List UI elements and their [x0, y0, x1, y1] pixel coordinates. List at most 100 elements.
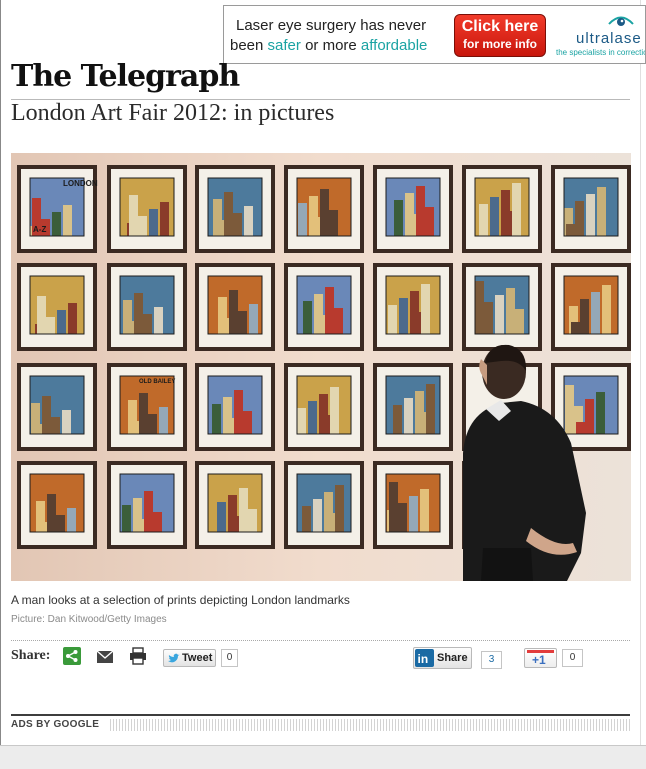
print-detail: [490, 197, 499, 236]
ad-highlight-safer: safer: [267, 37, 301, 54]
ad-text: or more: [300, 37, 361, 54]
print-detail: [160, 202, 169, 236]
print-label: OLD BAILEY: [139, 379, 175, 385]
gallery-photo: LONDON A-Z OLD BAILEY: [11, 153, 631, 581]
print-detail: [585, 399, 594, 434]
print-detail: [134, 293, 143, 334]
print-detail: [475, 281, 484, 334]
ad-banner[interactable]: Laser eye surgery has never been safer o…: [223, 5, 646, 64]
linkedin-label: Share: [437, 652, 468, 664]
print-detail: [566, 224, 575, 236]
print-detail: [159, 407, 168, 434]
ad-click-here-button[interactable]: Click here for more info: [454, 14, 546, 57]
print-label: LONDON: [63, 179, 98, 188]
print-detail: [393, 405, 402, 434]
print-detail: [138, 216, 147, 236]
print-detail: [329, 210, 338, 236]
print-detail: [212, 404, 221, 434]
print-detail: [248, 509, 257, 532]
print-detail: [571, 322, 580, 334]
tweet-button[interactable]: Tweet: [163, 649, 216, 667]
print-detail: [218, 297, 227, 334]
print-detail: [324, 492, 333, 532]
google-plus-one-button[interactable]: +1: [524, 648, 557, 668]
ads-by-google-label[interactable]: ADS BY GOOGLE: [11, 719, 99, 730]
print-detail: [154, 307, 163, 334]
print-detail: [415, 391, 424, 434]
page-border: [0, 0, 1, 768]
print-detail: [228, 495, 237, 532]
ad-logo-tagline: the specialists in correction: [556, 48, 646, 57]
print-detail: [320, 189, 329, 236]
print-detail: [309, 196, 318, 236]
print-detail: [133, 498, 142, 532]
print-detail: [139, 393, 148, 434]
svg-text:in: in: [418, 652, 429, 666]
print-detail: [42, 396, 51, 434]
print-detail: [56, 515, 65, 532]
print-detail: [479, 204, 488, 236]
print-detail: [506, 288, 515, 334]
page-bottom-band: [0, 745, 646, 769]
print-detail: [37, 296, 46, 334]
linkedin-share-button[interactable]: in Share: [413, 647, 472, 669]
print-detail: [426, 384, 435, 434]
print-detail: [325, 287, 334, 334]
google-plus-label: +1: [532, 653, 546, 667]
print-detail: [234, 390, 243, 434]
print-detail: [62, 410, 71, 434]
print-detail: [238, 311, 247, 334]
photo-credit: Picture: Dan Kitwood/Getty Images: [11, 614, 167, 625]
print-detail: [57, 310, 66, 334]
print-detail: [335, 485, 344, 532]
print-detail: [313, 499, 322, 532]
print-detail: [123, 300, 132, 334]
print-detail: [31, 403, 40, 434]
print-icon[interactable]: [129, 647, 147, 665]
column-border: [640, 0, 641, 745]
print-detail: [591, 292, 600, 334]
print-detail: [565, 385, 574, 434]
print-label: A-Z: [33, 225, 46, 234]
ad-logo[interactable]: ultralase the specialists in correction: [554, 12, 646, 60]
print-detail: [239, 488, 248, 532]
print-detail: [233, 213, 242, 236]
print-detail: [330, 387, 339, 434]
divider: [11, 640, 630, 641]
print-detail: [484, 302, 493, 334]
print-detail: [394, 200, 403, 236]
print-detail: [229, 290, 238, 334]
print-detail: [297, 408, 306, 434]
photo-caption: A man looks at a selection of prints dep…: [11, 593, 350, 607]
linkedin-icon: in: [415, 649, 434, 667]
print-detail: [144, 491, 153, 532]
print-detail: [575, 201, 584, 236]
share-icon[interactable]: [63, 647, 81, 665]
print-detail: [512, 183, 521, 236]
ad-subline: been safer or more affordable: [230, 37, 427, 54]
print-detail: [410, 291, 419, 334]
print-detail: [515, 309, 524, 334]
print-detail: [334, 308, 343, 334]
ad-cta-line1: Click here: [461, 18, 539, 35]
print-detail: [47, 494, 56, 532]
print-detail: [501, 190, 510, 236]
print-detail: [122, 505, 131, 532]
print-detail: [405, 193, 414, 236]
print-detail: [602, 285, 611, 334]
ads-pattern: [110, 719, 630, 731]
ad-headline: Laser eye surgery has never: [236, 17, 427, 34]
print-detail: [597, 187, 606, 236]
print-detail: [576, 422, 585, 434]
ad-text: been: [230, 37, 268, 54]
site-logo[interactable]: The Telegraph: [11, 59, 240, 94]
email-icon[interactable]: [96, 648, 114, 666]
print-detail: [68, 303, 77, 334]
print-detail: [149, 209, 158, 236]
linkedin-count: 3: [481, 651, 502, 669]
print-detail: [409, 496, 418, 532]
print-detail: [314, 294, 323, 334]
twitter-bird-icon: [168, 653, 180, 663]
ad-cta-line2: for more info: [463, 37, 537, 51]
print-detail: [67, 508, 76, 532]
